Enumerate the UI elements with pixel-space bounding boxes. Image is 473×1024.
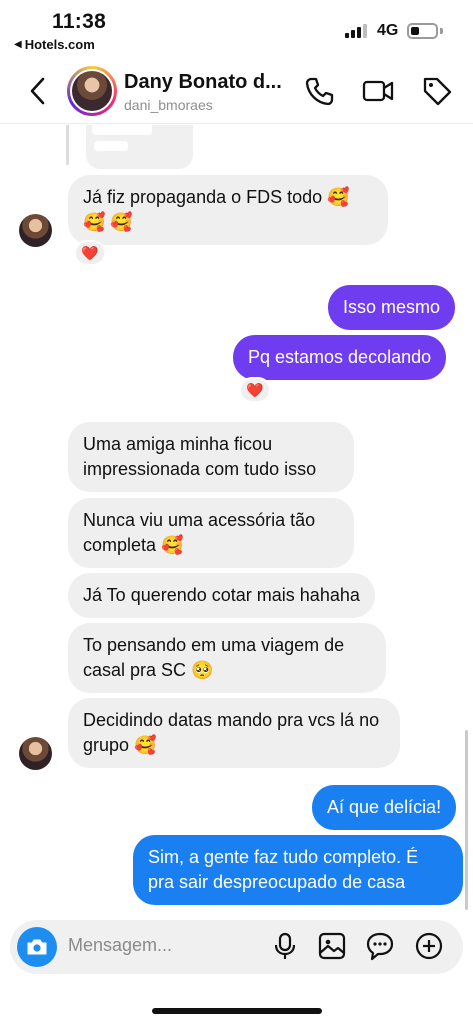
message-bubble-incoming[interactable]: Já fiz propaganda o FDS todo 🥰 🥰 🥰: [68, 175, 388, 245]
message-bubble-incoming[interactable]: Já To querendo cotar mais hahaha: [68, 573, 375, 618]
message-bubble-outgoing[interactable]: Pq estamos decolando: [233, 335, 447, 380]
message-thread[interactable]: Já fiz propaganda o FDS todo 🥰 🥰 🥰 ❤️ Is…: [0, 125, 473, 920]
heart-reaction[interactable]: ❤️: [239, 377, 271, 403]
message-text: Nunca viu uma acessória tão completa 🥰: [83, 510, 316, 555]
chat-header: Dany Bonato d... dani_bmoraes: [0, 60, 473, 124]
message-text: Uma amiga minha ficou impressionada com …: [83, 434, 317, 479]
gallery-icon[interactable]: [317, 931, 347, 961]
message-text: Já fiz propaganda o FDS todo 🥰 🥰 🥰: [83, 187, 350, 232]
preview-content: [94, 141, 128, 151]
message-text: Aí que delícia!: [327, 797, 442, 817]
message-bubble-outgoing[interactable]: Isso mesmo: [328, 285, 456, 330]
add-icon[interactable]: [414, 931, 444, 961]
reply-quote-line: [66, 125, 69, 165]
scrollbar[interactable]: [465, 730, 468, 910]
message-bubble-incoming[interactable]: Nunca viu uma acessória tão completa 🥰: [68, 498, 354, 568]
message-text: Decidindo datas mando pra vcs lá no grup…: [83, 710, 380, 755]
screen: 11:38 ◀ Hotels.com 4G Dany Bonato d... d…: [0, 0, 473, 1024]
contact-name[interactable]: Dany Bonato d...: [124, 71, 282, 94]
message-text: To pensando em uma viagem de casal pra S…: [83, 635, 345, 680]
network-type: 4G: [377, 22, 399, 39]
message-text: Já To querendo cotar mais hahaha: [83, 585, 360, 605]
microphone-icon[interactable]: [270, 931, 300, 961]
message-text: Sim, a gente faz tudo completo. É pra sa…: [148, 847, 419, 892]
phone-call-icon[interactable]: [302, 74, 336, 108]
message-input[interactable]: Mensagem...: [68, 935, 172, 956]
heart-reaction[interactable]: ❤️: [74, 240, 106, 266]
back-to-app-link[interactable]: ◀ Hotels.com: [14, 37, 95, 52]
message-bubble-incoming[interactable]: To pensando em uma viagem de casal pra S…: [68, 623, 386, 693]
message-bubble-outgoing[interactable]: Sim, a gente faz tudo completo. É pra sa…: [133, 835, 463, 905]
status-bar: 11:38 ◀ Hotels.com 4G: [0, 0, 473, 60]
tag-icon[interactable]: [420, 74, 454, 108]
video-call-icon[interactable]: [361, 74, 395, 108]
camera-icon: [27, 939, 47, 955]
back-triangle-icon: ◀: [14, 39, 22, 50]
camera-button[interactable]: [17, 927, 57, 967]
back-app-label: Hotels.com: [24, 37, 95, 52]
message-composer[interactable]: Mensagem...: [10, 920, 463, 974]
shared-screenshot-preview[interactable]: [86, 125, 193, 169]
message-bubble-outgoing[interactable]: Aí que delícia!: [312, 785, 457, 830]
back-arrow-icon[interactable]: [22, 74, 56, 108]
sender-avatar[interactable]: [19, 214, 52, 247]
message-bubble-incoming[interactable]: Uma amiga minha ficou impressionada com …: [68, 422, 354, 492]
battery-tip: [440, 28, 443, 34]
cellular-signal-icon: [345, 24, 371, 38]
message-text: Pq estamos decolando: [248, 347, 432, 367]
battery-icon: [407, 23, 438, 39]
preview-content: [92, 125, 152, 135]
message-text: Isso mesmo: [343, 297, 441, 317]
status-time: 11:38: [52, 10, 107, 33]
contact-avatar[interactable]: [67, 66, 117, 116]
contact-username[interactable]: dani_bmoraes: [124, 97, 213, 113]
sticker-icon[interactable]: [365, 931, 395, 961]
home-indicator: [152, 1008, 322, 1014]
message-bubble-incoming[interactable]: Decidindo datas mando pra vcs lá no grup…: [68, 698, 400, 768]
sender-avatar[interactable]: [19, 737, 52, 770]
